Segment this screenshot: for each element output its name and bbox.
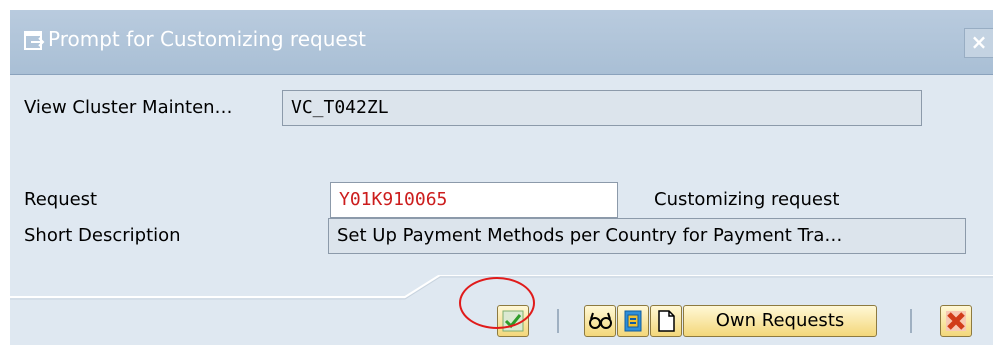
toolbar-divider (557, 309, 559, 333)
create-request-button[interactable] (617, 305, 649, 337)
display-object-list-button[interactable] (584, 305, 616, 337)
new-entry-button[interactable] (650, 305, 682, 337)
new-document-icon (658, 310, 675, 332)
short-description-field: Set Up Payment Methods per Country for P… (328, 218, 966, 254)
view-cluster-label: View Cluster Mainten… (24, 97, 233, 118)
request-label: Request (24, 189, 98, 210)
glasses-icon (589, 312, 612, 329)
own-requests-label: Own Requests (715, 310, 845, 331)
dialog-icon (24, 30, 50, 54)
highlight-circle-annotation (459, 277, 535, 329)
request-type-text: Customizing request (654, 189, 840, 210)
view-cluster-field: VC_T042ZL (282, 90, 922, 126)
short-description-label: Short Description (24, 225, 181, 246)
cancel-icon (946, 311, 966, 331)
dialog-titlebar: Prompt for Customizing request × (10, 10, 993, 75)
close-icon[interactable]: × (964, 28, 993, 58)
cancel-button[interactable] (940, 305, 972, 337)
request-input[interactable]: Y01K910065 (330, 182, 618, 218)
request-icon (624, 310, 642, 332)
own-requests-button[interactable]: Own Requests (683, 305, 877, 337)
toolbar-divider (910, 309, 912, 333)
dialog-title: Prompt for Customizing request (48, 27, 366, 51)
